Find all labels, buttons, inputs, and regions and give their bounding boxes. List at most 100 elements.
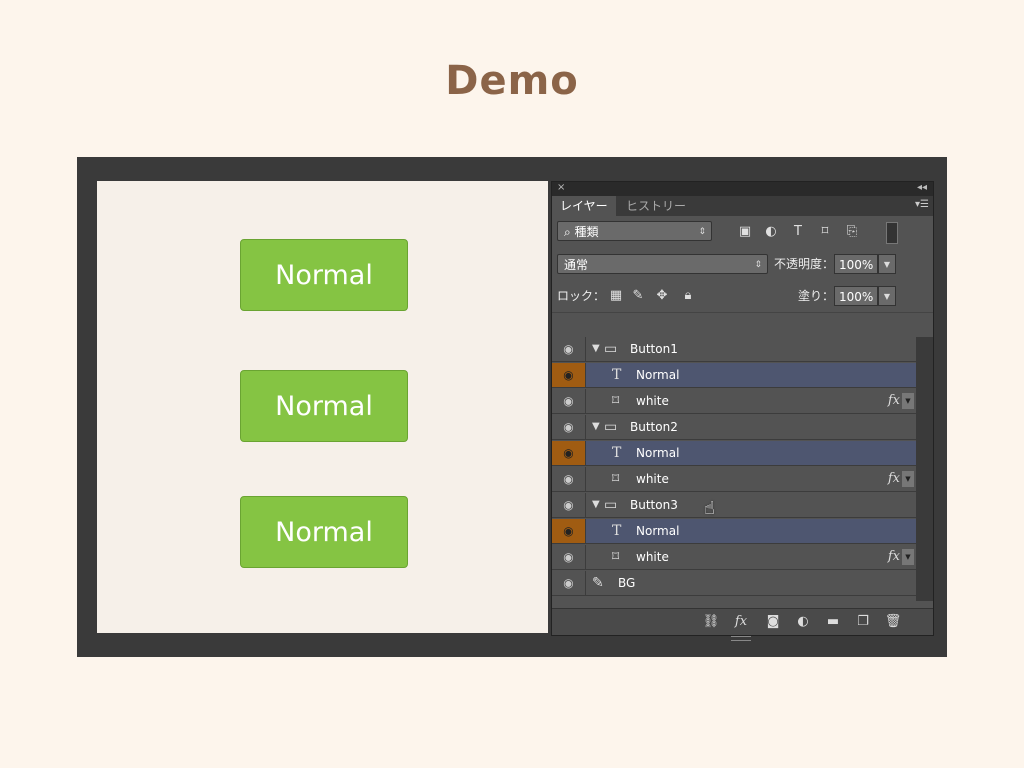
layer-name: white xyxy=(636,550,669,564)
layers-panel: × ◂◂ レイヤー ヒストリー ▾☰ ⌕ 種類 ⇕ ▣ ◐ T ⌑ ⎘ 通常 ⇕ xyxy=(551,181,934,641)
fx-icon[interactable]: fx xyxy=(888,545,900,569)
screenshot-frame: Normal Normal Normal × ◂◂ レイヤー ヒストリー ▾☰ … xyxy=(77,157,947,657)
lock-all-icon[interactable]: 🔒︎ xyxy=(680,288,696,304)
fx-icon[interactable]: fx xyxy=(732,613,750,631)
lock-position-icon[interactable]: ✥ xyxy=(654,288,670,304)
panel-titlebar: × ◂◂ xyxy=(552,182,933,196)
shape-layer-icon: ⌑ xyxy=(612,393,620,409)
adjustment-filter-icon[interactable]: ◐ xyxy=(763,224,779,240)
panel-bottom-bar: ⛓ fx ◙ ◐ ▬ ❐ 🗑︎ xyxy=(552,608,933,641)
lock-paint-icon[interactable]: ✎ xyxy=(630,288,646,304)
folder-icon: ▭ xyxy=(604,341,618,357)
fill-dropdown-icon[interactable]: ▼ xyxy=(878,286,896,306)
collapse-icon[interactable]: ◂◂ xyxy=(917,182,927,193)
filter-row: ⌕ 種類 ⇕ ▣ ◐ T ⌑ ⎘ xyxy=(552,216,933,249)
chevron-down-icon[interactable]: ▼ xyxy=(592,337,600,361)
layer-name: BG xyxy=(618,576,636,590)
tab-layers[interactable]: レイヤー xyxy=(552,196,616,216)
layer-row-text[interactable]: ◉ T Normal xyxy=(552,363,916,388)
normal-button-2[interactable]: Normal xyxy=(240,370,408,442)
chevron-down-icon[interactable]: ▼ xyxy=(902,549,914,565)
fx-icon[interactable]: fx xyxy=(888,389,900,413)
layer-row-text[interactable]: ◉ T Normal xyxy=(552,441,916,466)
folder-icon: ▭ xyxy=(604,497,618,513)
eye-icon[interactable]: ◉ xyxy=(552,467,586,491)
eye-icon[interactable]: ◉ xyxy=(552,415,586,439)
adjustment-icon[interactable]: ◐ xyxy=(794,613,812,631)
blend-mode-value: 通常 xyxy=(564,258,589,272)
panel-menu-icon[interactable]: ▾☰ xyxy=(915,199,929,210)
lock-row: ロック： ▦ ✎ ✥ 🔒︎ 塗り： 100% ▼ xyxy=(552,280,933,313)
select-arrow-icon: ⇕ xyxy=(754,260,762,270)
search-icon: ⌕ xyxy=(564,225,575,239)
lock-label: ロック： xyxy=(557,289,606,303)
eye-icon[interactable]: ◉ xyxy=(552,441,586,465)
opacity-dropdown-icon[interactable]: ▼ xyxy=(878,254,896,274)
layer-name: Normal xyxy=(636,446,680,460)
lock-transparent-icon[interactable]: ▦ xyxy=(608,288,624,304)
eye-icon[interactable]: ◉ xyxy=(552,337,586,361)
layer-row-shape[interactable]: ◉ ⌑ white fx ▼ xyxy=(552,545,916,570)
hand-cursor-icon: ☝ xyxy=(704,498,715,519)
chevron-down-icon[interactable]: ▼ xyxy=(902,471,914,487)
smart-object-filter-icon[interactable]: ⎘ xyxy=(844,224,860,240)
link-icon[interactable]: ⛓ xyxy=(702,613,720,631)
shape-layer-icon: ⌑ xyxy=(612,549,620,565)
layer-name: Button2 xyxy=(630,420,678,434)
eye-icon[interactable]: ◉ xyxy=(552,519,586,543)
mask-icon[interactable]: ◙ xyxy=(764,613,782,631)
chevron-down-icon[interactable]: ▼ xyxy=(902,393,914,409)
layer-name: Normal xyxy=(636,368,680,382)
panel-tabs: レイヤー ヒストリー ▾☰ xyxy=(552,196,933,216)
normal-button-3[interactable]: Normal xyxy=(240,496,408,568)
new-layer-icon[interactable]: ❐ xyxy=(854,613,872,631)
layer-name: Normal xyxy=(636,524,680,538)
folder-icon: ▭ xyxy=(604,419,618,435)
resize-grip-icon[interactable] xyxy=(731,636,751,641)
shape-layer-icon: ⌑ xyxy=(612,471,620,487)
eye-icon[interactable]: ◉ xyxy=(552,571,586,595)
tab-history[interactable]: ヒストリー xyxy=(618,196,694,216)
opacity-field[interactable]: 100% xyxy=(834,254,878,274)
layer-row-bg[interactable]: ◉ ✎ BG xyxy=(552,571,916,596)
chevron-down-icon[interactable]: ▼ xyxy=(592,493,600,517)
layer-row-shape[interactable]: ◉ ⌑ white fx ▼ xyxy=(552,467,916,492)
layer-row-text[interactable]: ◉ T Normal xyxy=(552,519,916,544)
layer-row-group[interactable]: ◉ ▼ ▭ Button3 xyxy=(552,493,916,518)
trash-icon[interactable]: 🗑︎ xyxy=(884,613,902,631)
eye-icon[interactable]: ◉ xyxy=(552,363,586,387)
normal-button-1[interactable]: Normal xyxy=(240,239,408,311)
layers-scrollbar[interactable] xyxy=(916,337,933,601)
filter-kind-value: 種類 xyxy=(574,225,599,239)
eye-icon[interactable]: ◉ xyxy=(552,493,586,517)
fill-field[interactable]: 100% xyxy=(834,286,878,306)
opacity-label: 不透明度： xyxy=(774,257,835,271)
layer-row-shape[interactable]: ◉ ⌑ white fx ▼ xyxy=(552,389,916,414)
layer-name: Button1 xyxy=(630,342,678,356)
design-canvas: Normal Normal Normal xyxy=(97,181,548,633)
fx-icon[interactable]: fx xyxy=(888,467,900,491)
layer-row-group[interactable]: ◉ ▼ ▭ Button1 xyxy=(552,337,916,362)
filter-kind-select[interactable]: ⌕ 種類 ⇕ xyxy=(557,221,712,241)
filter-toggle-icon[interactable] xyxy=(886,222,898,244)
type-filter-icon[interactable]: T xyxy=(790,224,806,240)
chevron-down-icon[interactable]: ▼ xyxy=(592,415,600,439)
slide-title: Demo xyxy=(445,58,579,104)
layer-name: white xyxy=(636,394,669,408)
blend-mode-select[interactable]: 通常 ⇕ xyxy=(557,254,768,274)
image-filter-icon[interactable]: ▣ xyxy=(737,224,753,240)
eye-icon[interactable]: ◉ xyxy=(552,389,586,413)
text-layer-icon: T xyxy=(612,367,622,383)
new-group-icon[interactable]: ▬ xyxy=(824,613,842,631)
brush-icon: ✎ xyxy=(592,575,604,591)
layer-name: white xyxy=(636,472,669,486)
blend-row: 通常 ⇕ 不透明度： 100% ▼ xyxy=(552,248,933,281)
layers-list: ◉ ▼ ▭ Button1 ◉ T Normal ◉ ⌑ white fx ▼ … xyxy=(552,337,916,601)
layer-name: Button3 xyxy=(630,498,678,512)
text-layer-icon: T xyxy=(612,523,622,539)
eye-icon[interactable]: ◉ xyxy=(552,545,586,569)
shape-filter-icon[interactable]: ⌑ xyxy=(817,224,833,240)
close-icon[interactable]: × xyxy=(557,182,565,193)
select-arrow-icon: ⇕ xyxy=(698,227,706,237)
layer-row-group[interactable]: ◉ ▼ ▭ Button2 xyxy=(552,415,916,440)
